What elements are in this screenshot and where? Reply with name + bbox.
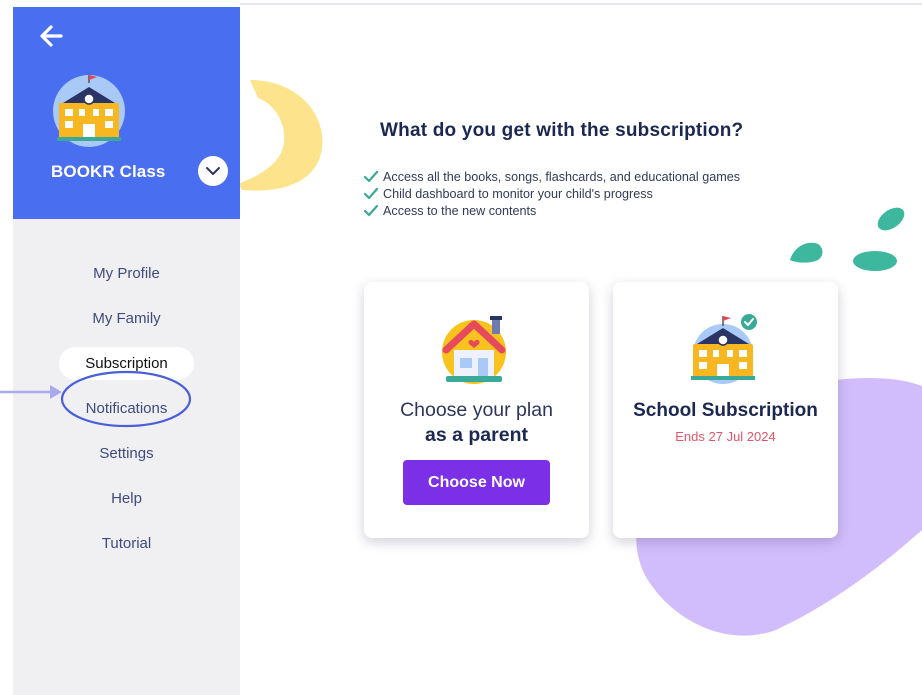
- benefit-text: Access to the new contents: [383, 203, 537, 218]
- school-card-title: School Subscription: [633, 400, 818, 421]
- class-name: BOOKR Class: [51, 162, 166, 181]
- chevron-down-icon: [206, 167, 220, 175]
- school-building-icon: [53, 75, 125, 147]
- arrow-left-icon: [40, 25, 63, 47]
- list-item: Access all the books, songs, flashcards,…: [364, 168, 740, 185]
- parent-card-subtitle: as a parent: [425, 424, 528, 446]
- sidebar-item-notifications[interactable]: Notifications: [59, 392, 194, 425]
- checkmark-icon: [364, 170, 378, 182]
- yellow-arc-decoration: [238, 80, 323, 191]
- avatar: [49, 71, 129, 151]
- school-building-check-icon: [691, 314, 757, 384]
- sidebar-item-help[interactable]: Help: [59, 482, 194, 515]
- benefit-text: Child dashboard to monitor your child's …: [383, 186, 653, 201]
- sidebar-item-settings[interactable]: Settings: [59, 437, 194, 470]
- teal-drop-decoration: [877, 207, 905, 231]
- page-title: What do you get with the subscription?: [380, 120, 744, 141]
- subscription-end-date: Ends 27 Jul 2024: [675, 429, 776, 444]
- house-icon: [442, 316, 506, 384]
- back-button[interactable]: [37, 21, 67, 51]
- teal-drop-decoration: [853, 251, 897, 271]
- sidebar-item-subscription[interactable]: Subscription: [59, 347, 194, 380]
- parent-plan-card: Choose your plan as a parent Choose Now: [364, 282, 589, 538]
- sidebar: BOOKR Class My Profile My Family Subscri…: [13, 7, 240, 695]
- list-item: Access to the new contents: [364, 202, 740, 219]
- sidebar-item-my-profile[interactable]: My Profile: [59, 257, 194, 290]
- class-dropdown-button[interactable]: [198, 156, 228, 186]
- checkmark-icon: [364, 204, 378, 216]
- teal-drop-decoration: [790, 242, 823, 263]
- sidebar-header: BOOKR Class: [13, 7, 240, 219]
- parent-plan-illustration: [436, 310, 516, 390]
- sidebar-item-my-family[interactable]: My Family: [59, 302, 194, 335]
- choose-now-button[interactable]: Choose Now: [403, 460, 550, 505]
- benefits-list: Access all the books, songs, flashcards,…: [364, 168, 740, 219]
- list-item: Child dashboard to monitor your child's …: [364, 185, 740, 202]
- school-subscription-illustration: [685, 310, 765, 390]
- top-divider: [240, 3, 922, 5]
- checkmark-icon: [364, 187, 378, 199]
- school-subscription-card: School Subscription Ends 27 Jul 2024: [613, 282, 838, 538]
- sidebar-item-tutorial[interactable]: Tutorial: [59, 527, 194, 560]
- parent-card-title: Choose your plan: [400, 399, 553, 421]
- benefit-text: Access all the books, songs, flashcards,…: [383, 169, 741, 184]
